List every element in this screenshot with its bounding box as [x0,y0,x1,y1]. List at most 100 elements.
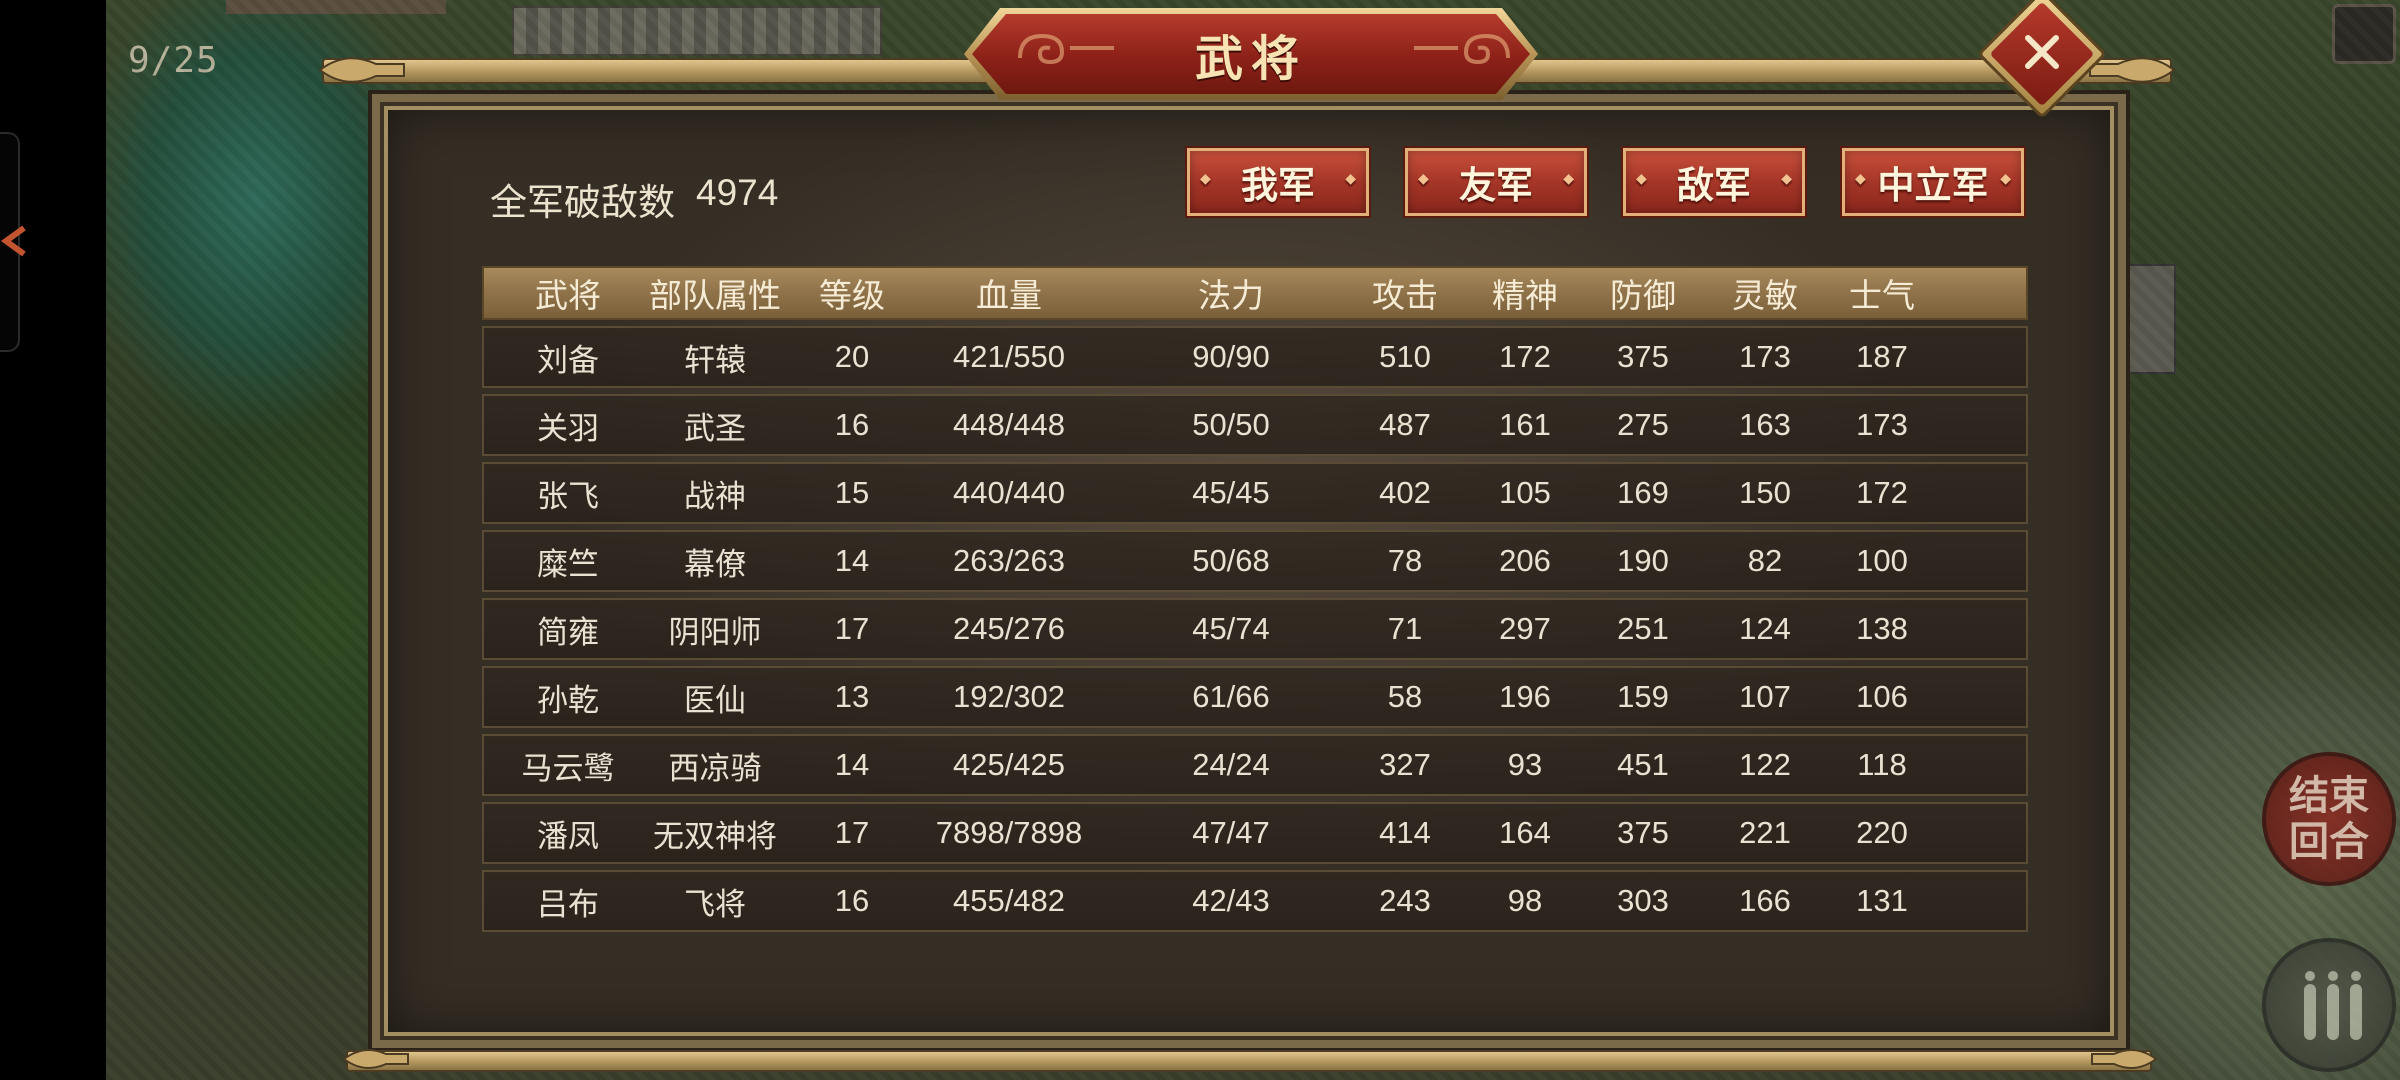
cell-mp: 61/66 [1192,679,1270,714]
cell-morale: 187 [1856,339,1908,374]
frame-ornament-icon [318,57,405,83]
tab-neutral-army[interactable]: 中立军 [1842,148,2024,216]
cloud-swirl-icon [1414,33,1510,65]
cell-morale: 131 [1856,883,1908,918]
panel-title: 武将 [1194,31,1307,87]
cell-unit-type: 阴阳师 [668,614,762,650]
header-defense[interactable]: 防御 [1586,268,1700,318]
cell-attack: 71 [1387,611,1423,646]
header-level[interactable]: 等级 [794,268,910,318]
header-general[interactable]: 武将 [484,268,652,318]
cell-mp: 45/74 [1192,611,1270,646]
frame-ornament-icon [2091,1049,2158,1069]
cell-unit-type: 无双神将 [653,818,777,854]
cell-agility: 163 [1739,407,1791,442]
header-hp[interactable]: 血量 [902,268,1116,318]
cell-mp: 90/90 [1192,339,1270,374]
cell-morale: 172 [1856,475,1908,510]
table-row[interactable]: 孙乾 医仙 13 192/302 61/66 58 196 159 107 106 [482,666,2028,728]
cell-spirit: 196 [1499,679,1551,714]
cell-agility: 221 [1739,815,1791,850]
side-drawer-tab[interactable] [0,132,26,352]
cloud-swirl-icon [1018,33,1114,65]
header-spirit[interactable]: 精神 [1460,268,1590,318]
header-attack[interactable]: 攻击 [1348,268,1462,318]
cell-hp: 192/302 [952,679,1066,714]
menu-button[interactable] [2262,938,2396,1072]
cell-level: 15 [834,475,870,510]
cell-unit-type: 飞将 [684,886,746,922]
cell-defense: 375 [1617,815,1669,850]
cell-mp: 45/45 [1192,475,1270,510]
table-row[interactable]: 简雍 阴阳师 17 245/276 45/74 71 297 251 124 138 [482,598,2028,660]
cell-mp: 24/24 [1192,747,1270,782]
cell-attack: 243 [1379,883,1431,918]
cell-spirit: 172 [1499,339,1551,374]
generals-table: 武将 部队属性 等级 血量 法力 攻击 精神 防御 灵敏 士气 刘备 轩辕 20 42… [482,266,2028,932]
frame-ornament-icon [342,1049,409,1069]
table-row[interactable]: 张飞 战神 15 440/440 45/45 402 105 169 150 172 [482,462,2028,524]
map-corner-icon[interactable] [2332,4,2396,64]
kill-count-value: 4974 [696,172,779,213]
table-row[interactable]: 关羽 武圣 16 448/448 50/50 487 161 275 163 173 [482,394,2028,456]
tab-allied-army-label: 友军 [1459,164,1533,207]
cell-level: 17 [834,815,870,850]
cell-hp: 448/448 [952,407,1066,442]
cell-unit-type: 西凉骑 [668,750,762,786]
header-agility[interactable]: 灵敏 [1696,268,1834,318]
cell-level: 16 [834,407,870,442]
table-row[interactable]: 刘备 轩辕 20 421/550 90/90 510 172 375 173 187 [482,326,2028,388]
cell-general-name: 关羽 [537,410,599,446]
cell-spirit: 161 [1499,407,1551,442]
cell-level: 16 [834,883,870,918]
table-row[interactable]: 潘凤 无双神将 17 7898/7898 47/47 414 164 375 221 220 [482,802,2028,864]
cell-attack: 327 [1379,747,1431,782]
header-unit-type[interactable]: 部队属性 [632,268,798,318]
tab-allied-army[interactable]: 友军 [1405,148,1587,216]
cell-general-name: 马云鹭 [521,750,615,786]
cell-attack: 487 [1379,407,1431,442]
cell-morale: 106 [1856,679,1908,714]
cell-unit-type: 幕僚 [684,546,746,582]
cell-morale: 100 [1856,543,1908,578]
cell-unit-type: 轩辕 [684,342,746,378]
cell-hp: 7898/7898 [935,815,1083,850]
cell-defense: 169 [1617,475,1669,510]
cell-spirit: 105 [1499,475,1551,510]
end-turn-button[interactable]: 结束回合 [2262,752,2396,886]
cell-general-name: 张飞 [537,478,599,514]
cell-hp: 421/550 [952,339,1066,374]
cell-attack: 402 [1379,475,1431,510]
cell-attack: 510 [1379,339,1431,374]
kill-count-label: 全军破敌数 [490,182,675,223]
left-edge-strip [0,0,106,1080]
cell-general-name: 糜竺 [537,546,599,582]
tab-enemy-army[interactable]: 敌军 [1623,148,1805,216]
cell-general-name: 刘备 [537,342,599,378]
cell-general-name: 孙乾 [537,682,599,718]
cell-agility: 124 [1739,611,1791,646]
cell-agility: 150 [1739,475,1791,510]
panel-frame-bottom [346,1050,2152,1072]
map-wall-segment [512,6,882,56]
cell-defense: 190 [1617,543,1669,578]
table-row[interactable]: 马云鹭 西凉骑 14 425/425 24/24 327 93 451 122 118 [482,734,2028,796]
cell-mp: 50/50 [1192,407,1270,442]
cell-morale: 173 [1856,407,1908,442]
table-row[interactable]: 糜竺 幕僚 14 263/263 50/68 78 206 190 82 100 [482,530,2028,592]
table-row[interactable]: 吕布 飞将 16 455/482 42/43 243 98 303 166 131 [482,870,2028,932]
cell-level: 20 [834,339,870,374]
cell-general-name: 简雍 [537,614,599,650]
cell-hp: 440/440 [952,475,1066,510]
cell-morale: 138 [1856,611,1908,646]
tab-my-army-label: 我军 [1241,164,1315,207]
header-morale[interactable]: 士气 [1830,268,1934,318]
chevron-left-icon [0,225,26,257]
cell-defense: 375 [1617,339,1669,374]
tab-my-army[interactable]: 我军 [1187,148,1369,216]
header-mp[interactable]: 法力 [1112,268,1350,318]
cell-agility: 166 [1739,883,1791,918]
cell-mp: 47/47 [1192,815,1270,850]
cell-level: 13 [834,679,870,714]
cell-defense: 251 [1617,611,1669,646]
